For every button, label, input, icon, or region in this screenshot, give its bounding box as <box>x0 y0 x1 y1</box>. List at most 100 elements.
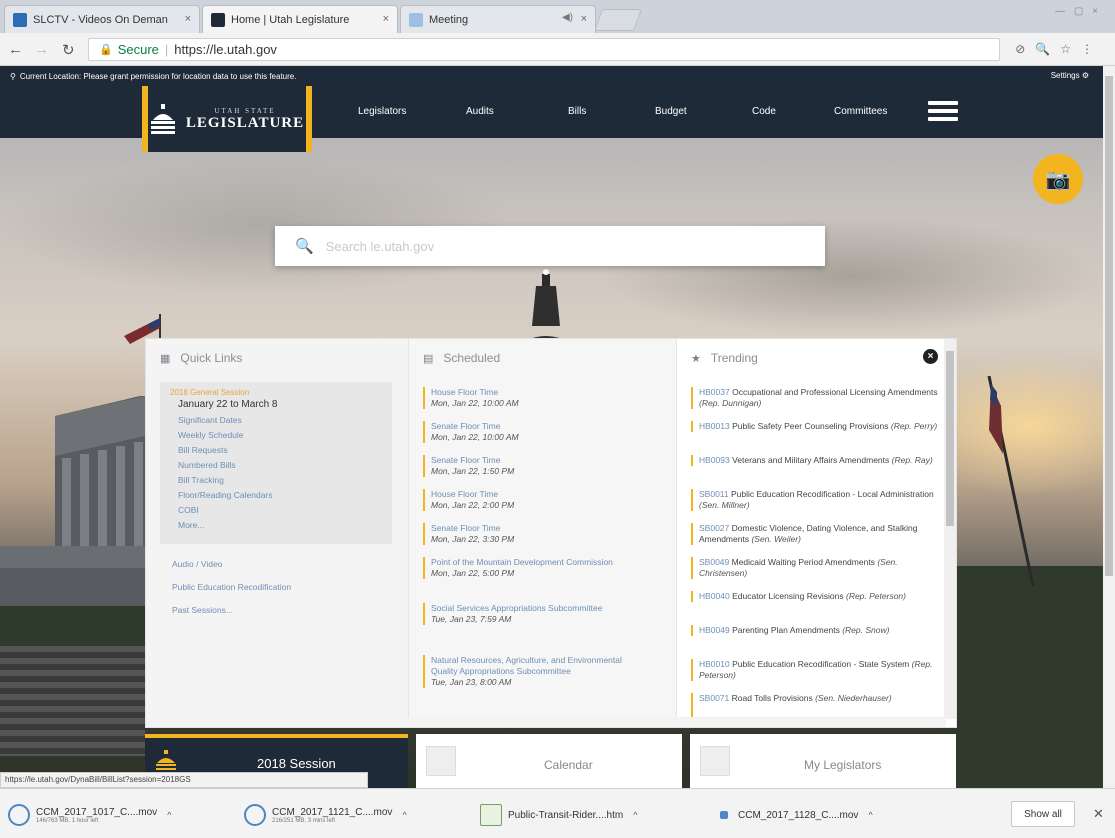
nav-budget[interactable]: Budget <box>655 106 687 117</box>
scheduled-item[interactable]: House Floor Time Mon, Jan 22, 10:00 AM <box>423 387 673 409</box>
calendar-tile[interactable]: Calendar <box>416 734 682 788</box>
reload-icon[interactable]: ↻ <box>62 41 75 59</box>
window-controls[interactable]: — ▢ × <box>1055 6 1101 17</box>
quick-link[interactable]: Past Sessions... <box>172 605 233 615</box>
session-link[interactable]: More... <box>170 520 382 530</box>
trending-item[interactable]: HB0010 Public Education Recodification -… <box>691 659 939 681</box>
info-panel: ▦ Quick Links 2018 General Session Janua… <box>145 338 957 728</box>
bill-code[interactable]: HB0049 <box>699 625 730 635</box>
scheduled-item[interactable]: Senate Floor Time Mon, Jan 22, 3:30 PM <box>423 523 673 545</box>
session-link[interactable]: Numbered Bills <box>170 460 382 470</box>
back-arrow-icon[interactable]: ← <box>8 41 23 58</box>
nav-legislators[interactable]: Legislators <box>358 106 406 117</box>
trending-item[interactable]: HB0049 Parenting Plan Amendments (Rep. S… <box>691 625 939 636</box>
site-search[interactable]: 🔍 <box>275 226 825 266</box>
chevron-up-icon[interactable]: ^ <box>868 810 872 820</box>
close-shelf-icon[interactable]: ✕ <box>1093 806 1104 822</box>
bill-code[interactable]: HB0093 <box>699 455 730 465</box>
nav-committees[interactable]: Committees <box>834 106 887 117</box>
download-item[interactable]: CCM_2017_1017_C....mov 146/763 MB, 1 hour… <box>8 801 171 829</box>
capitol-steps-image <box>0 646 145 756</box>
scheduled-item[interactable]: House Floor Time Mon, Jan 22, 2:00 PM <box>423 489 673 511</box>
bill-title: Road Tolls Provisions <box>731 693 813 703</box>
page-scrollbar-thumb[interactable] <box>1105 76 1113 576</box>
download-item[interactable]: Public-Transit-Rider....htm ^ <box>480 801 637 829</box>
download-item[interactable]: CCM_2017_1128_C....mov ^ <box>710 801 873 829</box>
my-legislators-tile[interactable]: My Legislators <box>690 734 956 788</box>
settings-link[interactable]: Settings ⚙ <box>1051 71 1089 80</box>
download-item[interactable]: CCM_2017_1121_C....mov 216/251 MB, 3 mins… <box>244 801 407 829</box>
site-logo[interactable]: UTAH STATE LEGISLATURE <box>142 86 312 152</box>
trending-item[interactable]: SB0049 Medicaid Waiting Period Amendment… <box>691 557 939 579</box>
panel-scrollbar[interactable] <box>944 339 956 719</box>
session-link[interactable]: Significant Dates <box>170 415 382 425</box>
bill-title: Veterans and Military Affairs Amendments <box>732 455 890 465</box>
tab-home-utah-legislature[interactable]: Home | Utah Legislature × <box>202 5 398 33</box>
panel-horizontal-scrollbar[interactable] <box>146 717 946 727</box>
quick-link[interactable]: Public Education Recodification <box>172 582 291 592</box>
scheduled-item[interactable]: Senate Floor Time Mon, Jan 22, 1:50 PM <box>423 455 673 477</box>
trending-item[interactable]: HB0040 Educator Licensing Revisions (Rep… <box>691 591 939 602</box>
download-info: CCM_2017_1121_C....mov 216/251 MB, 3 mins… <box>272 807 392 824</box>
chevron-up-icon[interactable]: ^ <box>402 810 406 820</box>
tab-meeting[interactable]: Meeting ◀) × <box>400 5 596 33</box>
bill-code[interactable]: SB0027 <box>699 523 729 533</box>
capitol-building-left-image <box>0 396 145 686</box>
search-input[interactable] <box>325 238 786 254</box>
session-link[interactable]: Floor/Reading Calendars <box>170 490 382 500</box>
close-tab-icon[interactable]: × <box>581 13 587 25</box>
download-info: Public-Transit-Rider....htm <box>508 810 623 821</box>
session-link[interactable]: Bill Tracking <box>170 475 382 485</box>
menu-hamburger-icon[interactable] <box>928 101 958 121</box>
nav-audits[interactable]: Audits <box>466 106 494 117</box>
scheduled-item[interactable]: Point of the Mountain Development Commis… <box>423 557 623 579</box>
quick-link[interactable]: Audio / Video <box>172 559 222 569</box>
show-all-button[interactable]: Show all <box>1011 801 1075 827</box>
download-info: CCM_2017_1128_C....mov <box>738 810 858 821</box>
event-time: Mon, Jan 22, 2:00 PM <box>431 500 515 510</box>
page-scrollbar[interactable] <box>1103 66 1115 788</box>
session-title-link[interactable]: 2018 General Session <box>170 388 382 397</box>
close-tab-icon[interactable]: × <box>185 13 191 25</box>
forward-arrow-icon[interactable]: → <box>34 41 49 58</box>
bill-code[interactable]: SB0071 <box>699 693 729 703</box>
bill-code[interactable]: HB0040 <box>699 591 730 601</box>
trending-item[interactable]: SB0027 Domestic Violence, Dating Violenc… <box>691 523 939 545</box>
site-header: UTAH STATE LEGISLATURE Legislators Audit… <box>0 86 1103 152</box>
trending-item[interactable]: SB0011 Public Education Recodification -… <box>691 489 939 511</box>
new-tab-button[interactable] <box>593 9 643 31</box>
url-text: https://le.utah.gov <box>174 42 277 57</box>
bill-code[interactable]: HB0010 <box>699 659 730 669</box>
trending-title: Trending <box>710 351 758 365</box>
trending-item[interactable]: HB0037 Occupational and Professional Lic… <box>691 387 939 409</box>
location-notice-bar: ⚲ Current Location: Please grant permiss… <box>0 66 1103 86</box>
trending-item[interactable]: HB0093 Veterans and Military Affairs Ame… <box>691 455 939 466</box>
toolbar-icons[interactable]: ⊘🔍☆⋮ <box>1015 42 1103 56</box>
tab-slctv[interactable]: SLCTV - Videos On Deman × <box>4 5 200 33</box>
trending-item[interactable]: SB0071 Road Tolls Provisions (Sen. Niede… <box>691 693 939 717</box>
bill-code[interactable]: SB0011 <box>699 489 729 499</box>
audio-playing-icon[interactable]: ◀) <box>562 12 573 23</box>
close-tab-icon[interactable]: × <box>383 13 389 25</box>
chevron-up-icon[interactable]: ^ <box>633 810 637 820</box>
bill-code[interactable]: HB0037 <box>699 387 730 397</box>
chevron-up-icon[interactable]: ^ <box>167 810 171 820</box>
scheduled-item[interactable]: Natural Resources, Agriculture, and Envi… <box>423 655 643 688</box>
session-link[interactable]: Weekly Schedule <box>170 430 382 440</box>
panel-scrollbar-thumb[interactable] <box>946 351 954 526</box>
nav-bills[interactable]: Bills <box>568 106 586 117</box>
camera-badge-icon[interactable]: 📷 <box>1033 154 1083 204</box>
bill-code[interactable]: SB0049 <box>699 557 729 567</box>
session-link[interactable]: COBI <box>170 505 382 515</box>
trending-column: ★ Trending HB0037 Occupational and Profe… <box>676 339 946 719</box>
scheduled-item[interactable]: Senate Floor Time Mon, Jan 22, 10:00 AM <box>423 421 673 443</box>
session-link[interactable]: Bill Requests <box>170 445 382 455</box>
scheduled-item[interactable]: Social Services Appropriations Subcommit… <box>423 603 603 625</box>
address-bar[interactable]: 🔒 Secure | https://le.utah.gov <box>88 38 1000 61</box>
meeting-favicon-icon <box>409 12 423 27</box>
bill-sponsor: (Rep. Snow) <box>842 625 890 635</box>
close-panel-button[interactable]: × <box>923 349 938 364</box>
bill-code[interactable]: HB0013 <box>699 421 730 431</box>
trending-item[interactable]: HB0013 Public Safety Peer Counseling Pro… <box>691 421 939 432</box>
nav-code[interactable]: Code <box>752 106 776 117</box>
